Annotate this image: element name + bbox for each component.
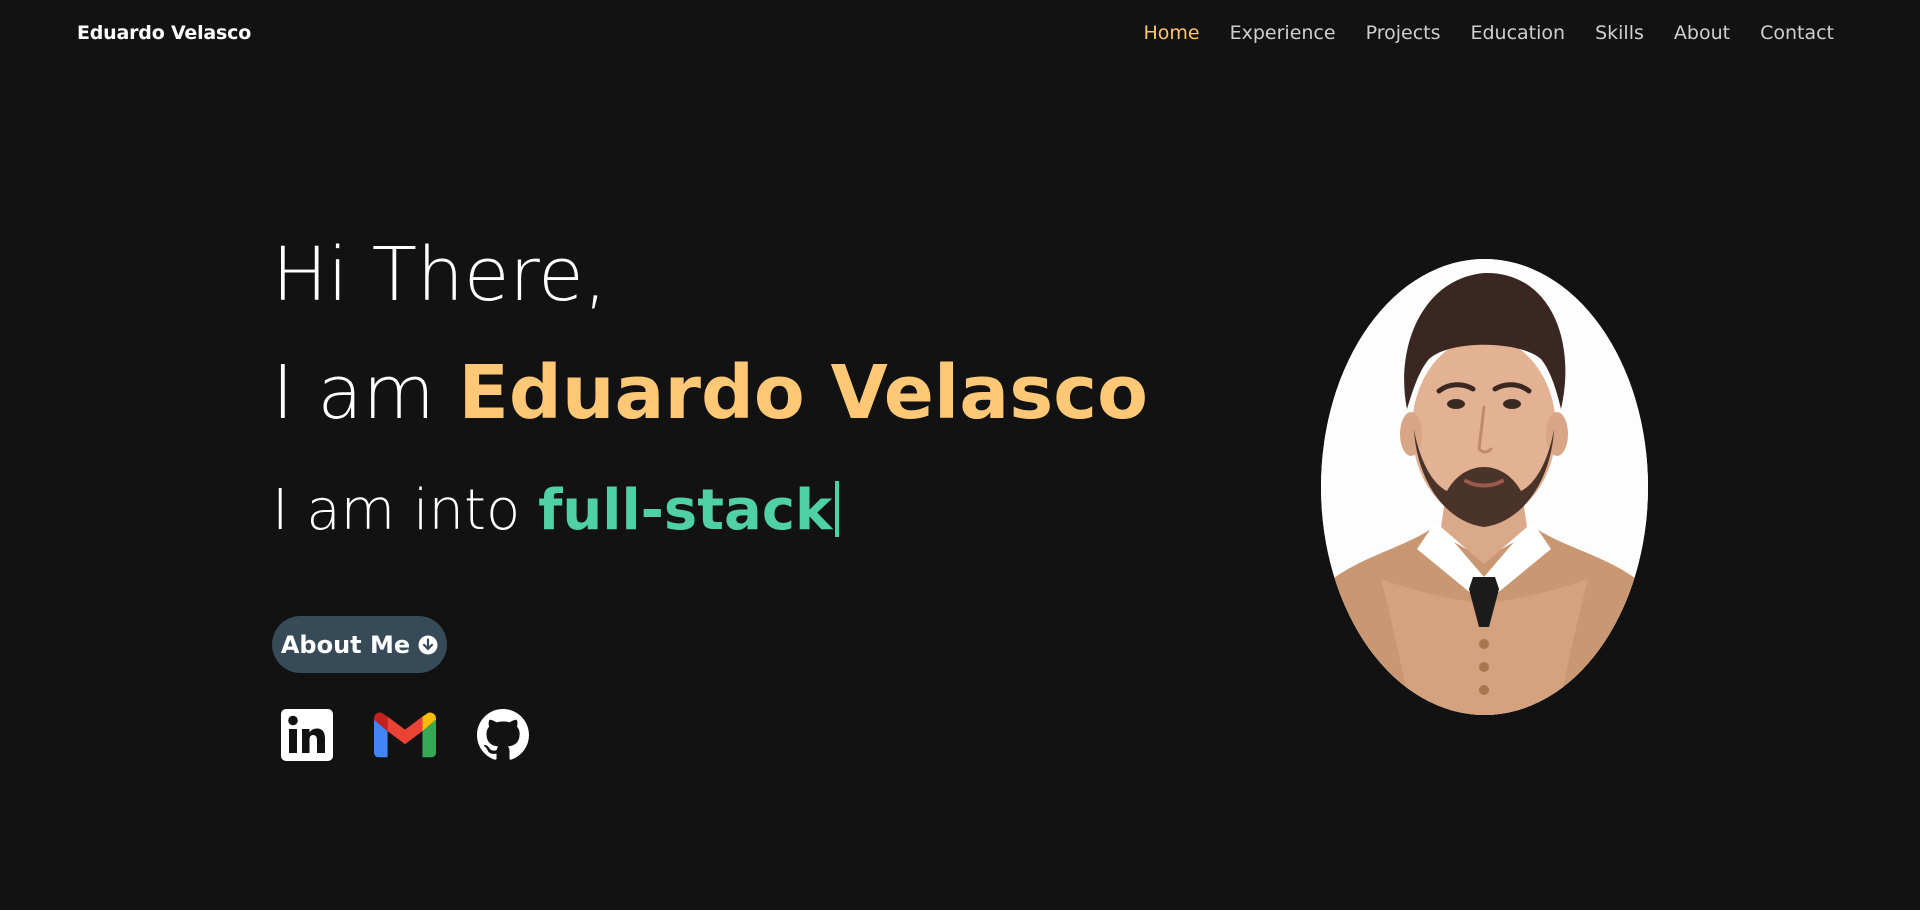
gmail-link[interactable] <box>374 708 436 762</box>
hero-greeting: Hi There, <box>272 232 608 318</box>
hero-intro-prefix: I am <box>272 350 459 436</box>
typed-role: full-stack <box>538 478 833 543</box>
github-link[interactable] <box>472 708 534 762</box>
arrow-circle-down-icon <box>418 635 438 655</box>
hero-text: Hi There, I am Eduardo Velasco I am into… <box>272 225 1148 551</box>
nav-link-skills[interactable]: Skills <box>1595 22 1644 44</box>
nav-link-home[interactable]: Home <box>1144 22 1200 44</box>
hero-name: Eduardo Velasco <box>458 350 1148 436</box>
nav-link-experience[interactable]: Experience <box>1230 22 1336 44</box>
hero-typed-line: I am into full-stack <box>272 471 1148 551</box>
typing-cursor <box>835 481 840 537</box>
social-links <box>276 708 534 762</box>
nav-link-projects[interactable]: Projects <box>1366 22 1441 44</box>
nav-link-contact[interactable]: Contact <box>1760 22 1834 44</box>
gmail-icon <box>374 712 436 758</box>
profile-portrait <box>1321 259 1648 715</box>
brand-logo[interactable]: Eduardo Velasco <box>77 22 251 44</box>
typed-prefix: I am into <box>272 478 539 543</box>
about-me-button[interactable]: About Me <box>272 616 447 673</box>
linkedin-link[interactable] <box>276 708 338 762</box>
nav-links: Home Experience Projects Education Skill… <box>1144 22 1835 44</box>
github-icon <box>477 709 529 760</box>
nav-link-about[interactable]: About <box>1674 22 1730 44</box>
nav-link-education[interactable]: Education <box>1470 22 1565 44</box>
hero-intro: I am Eduardo Velasco <box>272 343 1148 443</box>
profile-photo <box>1321 259 1648 715</box>
navbar: Eduardo Velasco Home Experience Projects… <box>0 0 1920 70</box>
linkedin-icon <box>281 709 333 761</box>
about-me-label: About Me <box>280 630 411 659</box>
